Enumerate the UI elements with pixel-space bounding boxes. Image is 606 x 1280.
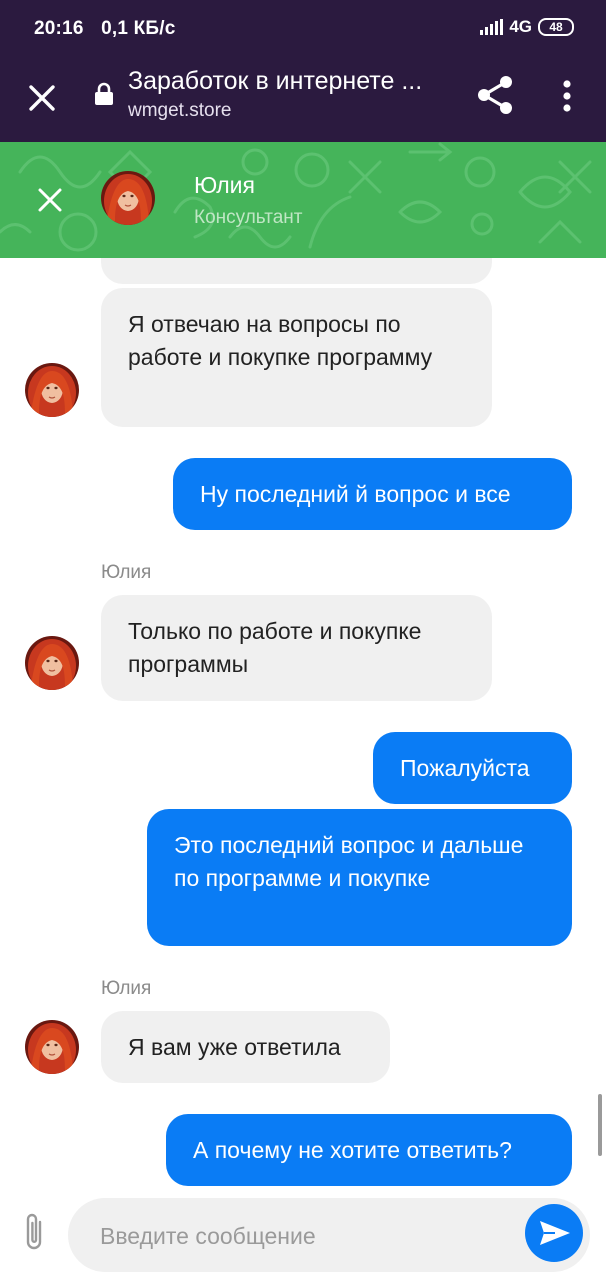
avatar [101,171,155,225]
avatar [25,636,79,690]
status-speed: 0,1 КБ/с [101,18,176,39]
status-right: 4G 48 [480,17,574,37]
message-bubble-incoming: Я вам уже ответила [101,1011,390,1083]
send-button[interactable] [525,1204,583,1262]
browser-toolbar: Заработок в интернете ... wmget.store [0,58,606,142]
consultant-name: Юлия [194,172,255,198]
battery-icon: 48 [538,18,574,36]
message-list: Я отвечаю на вопросы по работе и покупке… [0,258,606,1190]
send-icon [540,1221,570,1245]
avatar [25,1020,79,1074]
page: 20:16 0,1 КБ/с 4G 48 Заработок в интерне… [0,0,606,1280]
status-left: 20:16 0,1 КБ/с [34,18,187,40]
message-text: Ну последний й вопрос и все [200,481,511,507]
close-icon[interactable] [22,78,62,118]
status-bar: 20:16 0,1 КБ/с 4G 48 [0,0,606,58]
message-bubble-outgoing: А почему не хотите ответить? [166,1114,572,1186]
message-text: Я отвечаю на вопросы по работе и покупке… [128,311,433,370]
message-sender: Юлия [101,978,152,999]
message-bubble-incoming: Я отвечаю на вопросы по работе и покупке… [101,288,492,427]
message-text: Я вам уже ответила [128,1034,341,1060]
network-type: 4G [509,17,532,36]
close-icon[interactable] [30,180,70,220]
message-bubble-partial [101,258,492,284]
status-time: 20:16 [34,18,84,39]
message-bubble-incoming: Только по работе и покупке программы [101,595,492,701]
page-title: Заработок в интернете ... [128,67,423,95]
battery-level: 48 [549,20,563,34]
message-bubble-outgoing: Ну последний й вопрос и все [173,458,572,530]
message-text: Только по работе и покупке программы [128,618,422,677]
message-input[interactable] [100,1220,520,1252]
paperclip-icon[interactable] [20,1210,50,1254]
message-sender: Юлия [101,562,152,583]
more-vertical-icon[interactable] [556,76,578,116]
composer [0,1190,606,1280]
message-text: Это последний вопрос и дальше по програм… [174,832,524,891]
page-url: wmget.store [128,100,232,121]
message-text: Пожалуйста [400,755,530,781]
message-input-wrapper [68,1198,590,1272]
message-bubble-outgoing: Пожалуйста [373,732,572,804]
message-bubble-outgoing: Это последний вопрос и дальше по програм… [147,809,572,946]
header-pattern [0,142,592,252]
share-icon[interactable] [474,74,516,116]
consultant-role: Консультант [194,207,303,228]
scrollbar[interactable] [598,1094,602,1156]
lock-icon [95,82,113,105]
chat-header: Юлия Консультант [0,142,606,258]
message-text: А почему не хотите ответить? [193,1137,512,1163]
signal-icon [480,19,504,35]
avatar [25,363,79,417]
